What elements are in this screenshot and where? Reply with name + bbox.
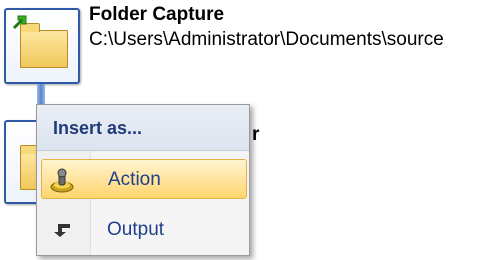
output-arrow-icon [54,224,70,237]
menu-header-label: Insert as... [53,118,143,138]
node-path: C:\Users\Administrator\Documents\source [89,29,444,50]
menu-item-label: Output [107,219,165,240]
green-arrow-icon [12,15,27,30]
folder-icon [20,23,68,68]
node-title: Folder Capture [89,4,225,25]
menu-item-label: Action [108,169,161,190]
action-gear-icon [50,168,74,193]
second-node-title-fragment: r [252,124,260,145]
menu-item-output[interactable]: Output [41,210,247,250]
folder-capture-node-icon[interactable] [4,8,80,84]
menu-item-action[interactable]: Action [41,159,247,199]
insert-as-context-menu: Insert as... Action Output [36,104,250,256]
menu-header: Insert as... [37,105,249,151]
